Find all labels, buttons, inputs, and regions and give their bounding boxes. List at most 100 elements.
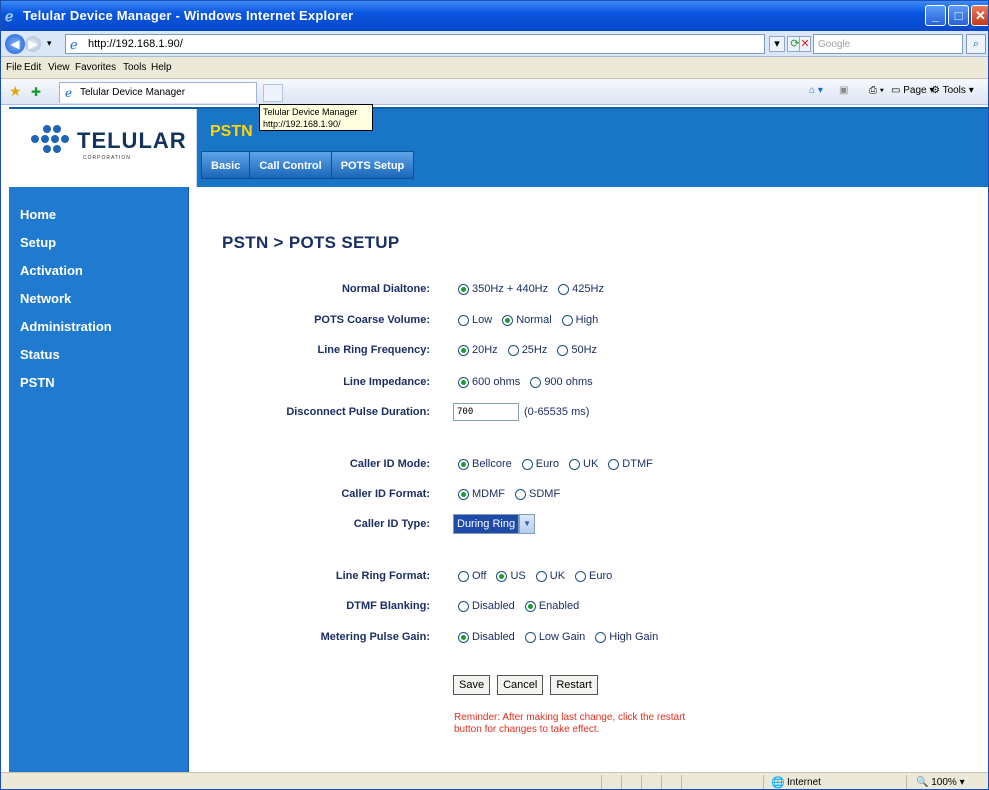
radio-button[interactable] bbox=[458, 488, 469, 500]
radio-button[interactable] bbox=[521, 458, 533, 470]
radio-option[interactable]: Normal bbox=[502, 314, 552, 326]
radio-option[interactable]: Bellcore bbox=[458, 458, 512, 470]
back-button[interactable]: ◀ bbox=[5, 34, 25, 54]
radio-button[interactable] bbox=[524, 600, 536, 612]
url-input[interactable]: ℯ http://192.168.1.90/ bbox=[65, 34, 765, 54]
radio-button[interactable] bbox=[524, 631, 536, 643]
tools-menu[interactable]: ⚙ Tools ▾ bbox=[931, 85, 974, 96]
maximize-button[interactable]: □ bbox=[948, 5, 969, 26]
add-favorite-icon[interactable]: ✚ bbox=[31, 85, 41, 99]
chevron-down-icon[interactable]: ▼ bbox=[519, 514, 536, 534]
zoom-level-value: 100% bbox=[931, 777, 957, 788]
radio-option[interactable]: 50Hz bbox=[557, 344, 597, 356]
radio-option[interactable]: Euro bbox=[575, 570, 612, 582]
sidebar-item-pstn[interactable]: PSTN bbox=[20, 375, 55, 390]
sidebar-item-activation[interactable]: Activation bbox=[20, 263, 83, 278]
radio-label: Euro bbox=[535, 458, 559, 470]
radio-option[interactable]: Low Gain bbox=[524, 631, 585, 643]
radio-button[interactable] bbox=[558, 283, 570, 295]
forward-button[interactable]: ▶ bbox=[25, 36, 41, 52]
minimize-button[interactable]: _ bbox=[925, 5, 946, 26]
search-icon[interactable]: ⌕ bbox=[966, 34, 986, 54]
radio-button[interactable] bbox=[458, 344, 469, 356]
radio-option[interactable]: Disabled bbox=[458, 600, 515, 612]
radio-option[interactable]: Euro bbox=[521, 458, 559, 470]
menu-favorites[interactable]: Favorites bbox=[75, 62, 116, 73]
radio-button[interactable] bbox=[557, 344, 569, 356]
print-icon[interactable]: ⎙ ▾ bbox=[869, 85, 884, 96]
radio-option[interactable]: SDMF bbox=[515, 488, 560, 500]
radio-button[interactable] bbox=[530, 376, 542, 388]
radio-label: 350Hz + 440Hz bbox=[472, 283, 549, 295]
radio-option[interactable]: UK bbox=[569, 458, 598, 470]
sidebar-item-status[interactable]: Status bbox=[20, 347, 60, 362]
tab-pots-setup[interactable]: POTS Setup bbox=[330, 151, 415, 179]
save-button[interactable]: Save bbox=[453, 675, 491, 695]
radio-option[interactable]: 25Hz bbox=[507, 344, 547, 356]
radio-button[interactable] bbox=[458, 458, 469, 470]
radio-button[interactable] bbox=[535, 570, 547, 582]
stop-icon[interactable]: ✕ bbox=[799, 36, 811, 52]
radio-option[interactable]: High Gain bbox=[595, 631, 658, 643]
radio-button[interactable] bbox=[595, 631, 607, 643]
caller-id-mode-group: Bellcore Euro UK DTMF bbox=[458, 458, 663, 470]
new-tab-button[interactable] bbox=[263, 84, 283, 102]
radio-option[interactable]: 350Hz + 440Hz bbox=[458, 283, 548, 295]
menu-tools[interactable]: Tools bbox=[123, 62, 146, 73]
feeds-icon[interactable]: ▣ bbox=[839, 85, 848, 96]
radio-button[interactable] bbox=[496, 570, 508, 582]
address-dropdown-icon[interactable]: ▾ bbox=[769, 36, 785, 52]
radio-option[interactable]: Off bbox=[458, 570, 486, 582]
radio-option[interactable]: 425Hz bbox=[558, 283, 604, 295]
radio-button[interactable] bbox=[458, 631, 469, 643]
menu-help[interactable]: Help bbox=[151, 62, 172, 73]
favorites-star-icon[interactable]: ★ bbox=[9, 83, 22, 100]
radio-button[interactable] bbox=[458, 376, 469, 388]
menu-file[interactable]: File bbox=[6, 62, 22, 73]
radio-option[interactable]: DTMF bbox=[608, 458, 653, 470]
radio-option[interactable]: 900 ohms bbox=[530, 376, 593, 388]
home-icon[interactable]: ⌂ ▾ bbox=[809, 85, 823, 96]
radio-option[interactable]: 600 ohms bbox=[458, 376, 520, 388]
radio-option[interactable]: 20Hz bbox=[458, 344, 498, 356]
radio-button[interactable] bbox=[575, 570, 587, 582]
page-title: PSTN > POTS SETUP bbox=[222, 233, 400, 252]
browser-tab[interactable]: ℯ Telular Device Manager bbox=[59, 82, 257, 103]
zoom-level[interactable]: 🔍 100% ▾ bbox=[916, 777, 965, 788]
radio-button[interactable] bbox=[502, 314, 514, 326]
caller-id-type-group: During Ring ▼ bbox=[453, 514, 536, 534]
radio-button[interactable] bbox=[458, 283, 469, 295]
restart-button[interactable]: Restart bbox=[550, 675, 598, 695]
tab-call-control[interactable]: Call Control bbox=[249, 151, 331, 179]
sidebar-item-setup[interactable]: Setup bbox=[20, 235, 56, 250]
menu-edit[interactable]: Edit bbox=[24, 62, 41, 73]
radio-option[interactable]: Disabled bbox=[458, 631, 515, 643]
page-menu[interactable]: ▭ Page ▾ bbox=[891, 85, 934, 96]
cancel-button[interactable]: Cancel bbox=[497, 675, 544, 695]
history-dropdown-icon[interactable]: ▾ bbox=[47, 38, 52, 49]
radio-button[interactable] bbox=[515, 488, 526, 500]
radio-option[interactable]: Low bbox=[458, 314, 492, 326]
caller-id-type-select[interactable]: During Ring ▼ bbox=[453, 514, 536, 534]
radio-button[interactable] bbox=[608, 458, 620, 470]
disconnect-pulse-duration-input[interactable] bbox=[453, 403, 519, 421]
radio-option[interactable]: US bbox=[496, 570, 526, 582]
radio-button[interactable] bbox=[458, 314, 469, 326]
search-input[interactable]: Google bbox=[813, 34, 963, 54]
sidebar-item-home[interactable]: Home bbox=[20, 207, 56, 222]
radio-button[interactable] bbox=[458, 570, 469, 582]
caller-id-format-group: MDMF SDMF bbox=[458, 488, 570, 500]
radio-button[interactable] bbox=[561, 314, 573, 326]
close-button[interactable]: ✕ bbox=[971, 5, 988, 26]
radio-option[interactable]: High bbox=[561, 314, 598, 326]
radio-button[interactable] bbox=[507, 344, 519, 356]
radio-button[interactable] bbox=[458, 600, 469, 612]
sidebar-item-network[interactable]: Network bbox=[20, 291, 71, 306]
tab-basic[interactable]: Basic bbox=[201, 151, 250, 179]
sidebar-item-administration[interactable]: Administration bbox=[20, 319, 112, 334]
radio-button[interactable] bbox=[569, 458, 580, 470]
radio-option[interactable]: UK bbox=[535, 570, 565, 582]
menu-view[interactable]: View bbox=[48, 62, 70, 73]
radio-option[interactable]: Enabled bbox=[524, 600, 579, 612]
radio-option[interactable]: MDMF bbox=[458, 488, 505, 500]
